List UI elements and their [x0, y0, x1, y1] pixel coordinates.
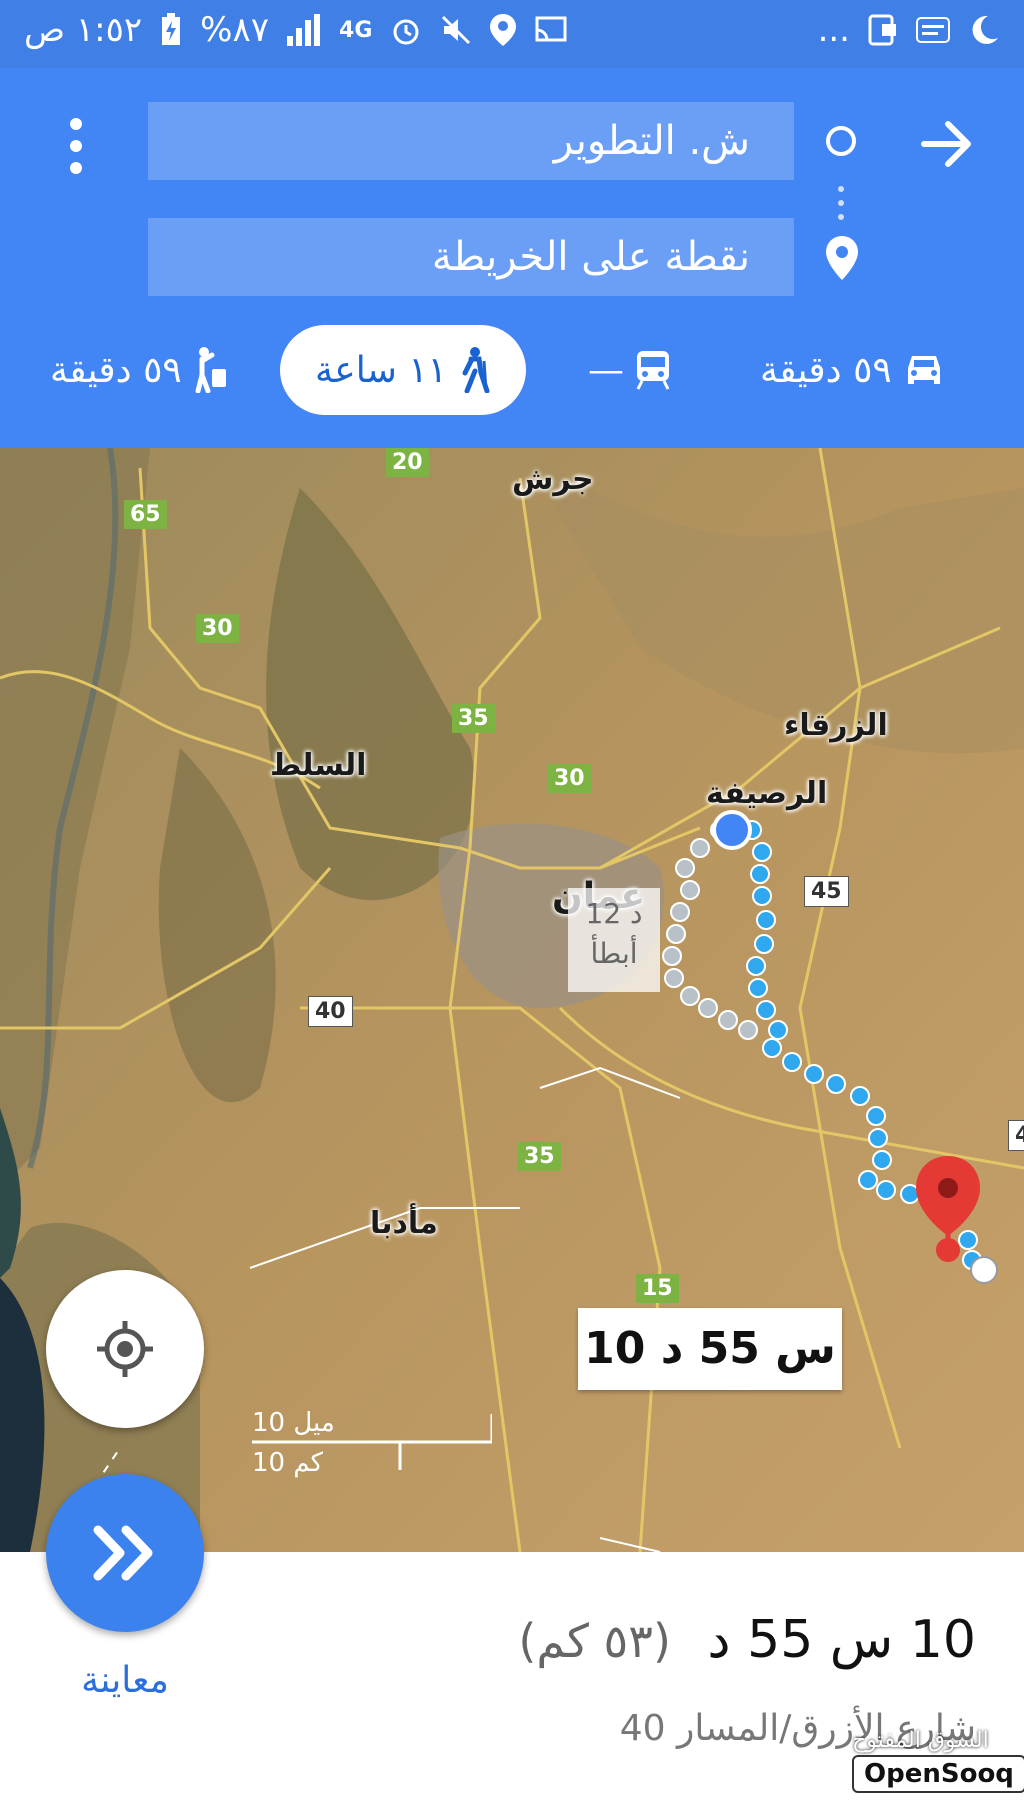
route-shield: 15: [636, 1274, 679, 1303]
ride-time: ٥٩ دقيقة: [50, 349, 182, 391]
alternate-route-time: 12 د: [585, 897, 643, 930]
origin-input[interactable]: ش. التطوير: [148, 102, 794, 180]
signal-icon: [287, 14, 321, 46]
mute-icon: [442, 15, 471, 45]
battery-percent: %٨٧: [200, 10, 270, 50]
route-shield: 20: [386, 448, 429, 477]
scale-km: 10 كم: [252, 1448, 324, 1478]
route-shield: 35: [452, 704, 495, 733]
route-connector-icon: [838, 186, 844, 222]
screenshot-icon: [868, 14, 896, 46]
destination-map-pin-icon[interactable]: [912, 1154, 984, 1264]
origin-marker: [712, 810, 752, 850]
destination-input[interactable]: نقطة على الخريطة: [148, 218, 794, 296]
route-shield: 35: [518, 1142, 561, 1171]
transit-time: —: [588, 349, 624, 391]
route-shield: 30: [196, 614, 239, 643]
preview-button[interactable]: [46, 1474, 204, 1632]
route-distance: (٥٣ كم): [518, 1614, 671, 1668]
origin-circle-icon: [826, 126, 856, 156]
city-label-zarqa: الزرقاء: [784, 708, 888, 743]
mode-walk[interactable]: ١١ ساعة: [280, 325, 526, 415]
clock: ١:٥٢ ص: [24, 10, 143, 50]
destination-pin-icon: [826, 236, 858, 280]
double-chevron-icon: [93, 1525, 153, 1581]
route-shield: 4: [1008, 1120, 1024, 1151]
network-type: 4G: [339, 17, 373, 43]
mode-ride-hailing[interactable]: ٥٩ دقيقة: [50, 320, 228, 420]
preview-label[interactable]: معاينة: [60, 1660, 190, 1701]
more-options-icon[interactable]: [60, 118, 90, 178]
drive-time: ٥٩ دقيقة: [760, 349, 892, 391]
hiker-icon: [462, 347, 490, 393]
city-label-madaba: مأدبا: [370, 1206, 438, 1241]
city-label-jerash: جرش: [512, 462, 594, 497]
alarm-icon: [393, 19, 419, 45]
opensooq-app-icon: [916, 17, 950, 43]
location-icon: [490, 14, 517, 46]
city-label-salt: السلط: [270, 748, 367, 783]
city-label-russeifa: الرصيفة: [706, 776, 828, 811]
walk-time: ١١ ساعة: [314, 349, 448, 391]
moon-icon: [972, 15, 998, 44]
route-shield: 45: [804, 876, 849, 907]
crosshair-icon: [97, 1321, 153, 1377]
more-notifications: ...: [817, 10, 850, 50]
train-icon: [636, 351, 670, 390]
opensooq-watermark: السوق المفتوح OpenSooq: [852, 1728, 1024, 1793]
watermark-brand: OpenSooq: [852, 1755, 1024, 1793]
route-summary: 10 س 55 د (٥٣ كم): [518, 1610, 976, 1670]
mode-transit[interactable]: —: [588, 320, 672, 420]
status-bar: ١:٥٢ ص %٨٧ 4G ...: [0, 0, 1024, 68]
alternate-route-note: أبطأ: [590, 937, 638, 970]
car-icon: [907, 356, 940, 384]
route-shield: 40: [308, 996, 353, 1027]
travel-modes: ٥٩ دقيقة — ١١ ساعة ٥٩ دقيقة: [0, 320, 1024, 420]
battery-icon: [162, 13, 181, 45]
map-scale: 10 ميل 10 كم: [252, 1408, 492, 1478]
route-shield: 65: [124, 500, 167, 529]
alternate-route-label[interactable]: 12 د أبطأ: [568, 888, 660, 992]
route-time-callout[interactable]: 10 س 55 د: [578, 1308, 842, 1390]
ride-hailing-icon: [195, 347, 226, 393]
back-arrow-icon[interactable]: [920, 118, 976, 170]
my-location-button[interactable]: [46, 1270, 204, 1428]
route-shield: 30: [548, 764, 591, 793]
status-left: ١:٥٢ ص %٨٧ 4G: [24, 10, 568, 50]
route-duration: 10 س 55 د: [707, 1610, 976, 1670]
status-right: ...: [818, 10, 1000, 50]
watermark-arabic: السوق المفتوح: [852, 1728, 989, 1753]
mode-drive[interactable]: ٥٩ دقيقة: [760, 320, 946, 420]
cast-icon: [535, 16, 567, 42]
